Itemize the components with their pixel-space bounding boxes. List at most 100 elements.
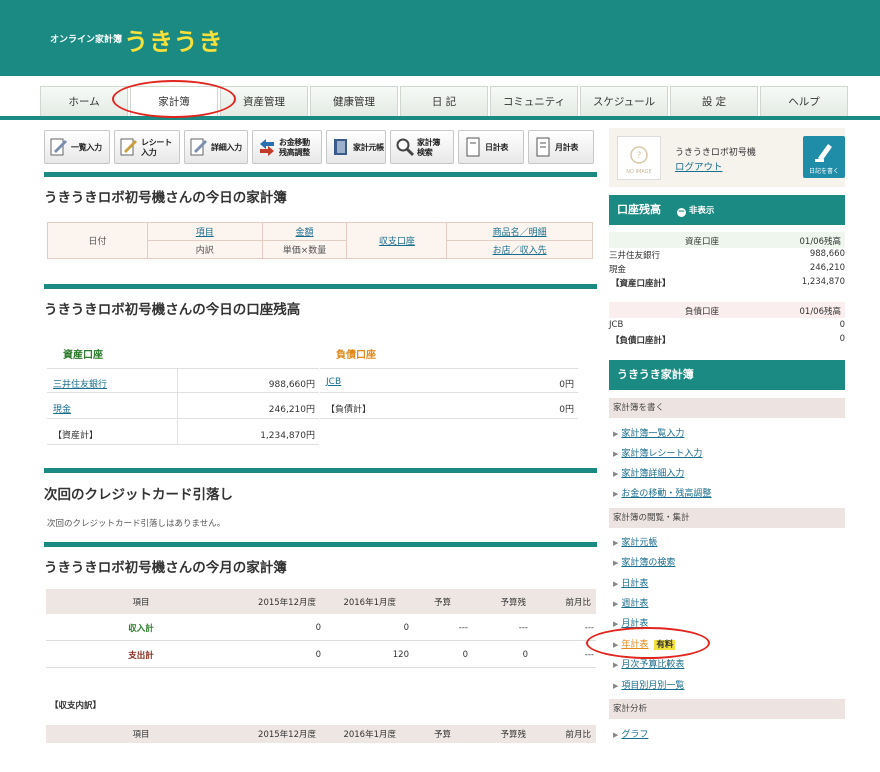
list-item: 【負債計】 0円 [320,394,578,419]
minus-circle-icon: − [676,207,686,217]
search-icon [396,138,414,157]
sidebar-item-detail-input[interactable]: ▶ 家計簿詳細入力 [613,466,684,479]
receipt-input-icon [120,138,137,156]
tab-settings[interactable]: 設 定 [670,86,758,116]
list-input-button[interactable]: 一覧入力 [44,130,110,164]
arrow-right-icon: ▶ [613,580,619,588]
col-shop-link[interactable]: お店／収入先 [446,240,593,259]
arrow-right-icon: ▶ [613,430,619,438]
receipt-input-button[interactable]: レシート入力 [114,130,180,164]
sidebar-item-search[interactable]: ▶ 家計簿の検索 [613,555,675,568]
col-detail: 内訳 [146,240,263,259]
sidebar-item-list-input[interactable]: ▶ 家計簿一覧入力 [613,426,684,439]
pen-icon [815,144,832,162]
money-transfer-button[interactable]: お金移動 残高調整 [252,130,322,164]
debt-link[interactable]: JCB [326,377,341,387]
table-header: 項目 2015年12月度 2016年1月度 予算 予算残 前月比 [46,725,596,743]
col-item-link[interactable]: 項目 [146,222,263,241]
sidebar-item-category-monthly[interactable]: ▶ 項目別月別一覧 [613,678,684,691]
sidebar-item-receipt-input[interactable]: ▶ 家計簿レシート入力 [613,446,702,459]
arrow-right-icon: ▶ [613,470,619,478]
logo-brand[interactable]: うきうき [124,22,224,57]
col-account-link[interactable]: 収支口座 [346,222,448,259]
sidebar-item-budget-compare[interactable]: ▶ 月次予算比較表 [613,657,684,670]
arrow-right-icon: ▶ [613,539,619,547]
section-divider [44,468,597,473]
arrow-right-icon: ▶ [613,600,619,608]
col-amount-link[interactable]: 金額 [261,222,348,241]
tab-diary[interactable]: 日 記 [400,86,488,116]
svg-text:NO IMAGE: NO IMAGE [626,169,651,175]
sidebar-item-daily[interactable]: ▶ 日計表 [613,576,648,589]
money-transfer-icon [260,139,274,156]
sidebar-item-yearly[interactable]: ▶ 年計表 有料 [613,637,676,650]
section-divider [44,284,597,289]
credit-message: 次回のクレジットカード引落しはありません。 [47,519,226,529]
col-product-link[interactable]: 商品名／明細 [446,222,593,241]
menu-group-analysis: 家計分析 [609,699,845,719]
monthly-report-button[interactable]: 月計表 [528,130,594,164]
arrow-right-icon: ▶ [613,559,619,567]
detail-input-icon [190,138,207,156]
monthly-report-icon [536,137,550,157]
tab-assets[interactable]: 資産管理 [220,86,308,116]
logout-link[interactable]: ログアウト [675,159,723,173]
sidebar-item-ledger[interactable]: ▶ 家計元帳 [613,535,657,548]
main-nav-tabs: ホーム 家計簿 資産管理 健康管理 日 記 コミュニティ スケジュール 設 定 … [40,86,848,117]
tab-schedule[interactable]: スケジュール [580,86,668,116]
hide-toggle[interactable]: − 非表示 [676,206,714,217]
menu-group-view: 家計簿の閲覧・集計 [609,508,845,528]
tab-home[interactable]: ホーム [40,86,128,116]
ledger-icon [334,139,347,155]
svg-text:?: ? [637,151,642,161]
ledger-button[interactable]: 家計元帳 [326,130,386,164]
table-header: 資産口座 01/06残高 [609,232,845,248]
asset-link[interactable]: 現金 [53,402,71,415]
daily-report-button[interactable]: 日計表 [458,130,524,164]
asset-link[interactable]: 三井住友銀行 [53,377,107,390]
side-menu-header: うきうき家計簿 [609,360,845,390]
debt-balance-list: 負債口座 JCB 0円 【負債計】 0円 [320,340,578,424]
sidebar-item-monthly[interactable]: ▶ 月計表 [613,616,648,629]
sidebar-item-money-transfer[interactable]: ▶ お金の移動・残高調整 [613,486,711,499]
asset-head: 資産口座 [63,350,103,361]
arrow-right-icon: ▶ [613,641,619,649]
today-book-table: 日付 項目 金額 収支口座 商品名／明細 内訳 単価×数量 お店／収入先 [47,222,593,259]
table-header: 項目 2015年12月度 2016年1月度 予算 予算残 前月比 [46,589,596,614]
user-name: うきうきロボ初号機 [675,148,756,158]
write-diary-button[interactable]: 日記を書く [803,136,845,178]
col-date: 日付 [47,222,148,259]
arrow-right-icon: ▶ [613,620,619,628]
table-row: 支出計 0 120 0 0 --- [46,642,596,668]
side-debt-balance: 負債口座 01/06残高 JCB 0 【負債口座計】 0 [609,302,845,348]
avatar: ? NO IMAGE [617,136,661,180]
list-item: 【負債口座計】 0 [611,334,845,346]
tab-kakeibo[interactable]: 家計簿 [130,86,218,117]
table-header: 負債口座 01/06残高 [609,302,845,318]
list-input-icon [50,138,67,156]
sidebar-item-graph[interactable]: ▶ グラフ [613,727,648,740]
book-search-button[interactable]: 家計簿 検索 [390,130,454,164]
no-image-icon: ? NO IMAGE [626,146,652,175]
arrow-right-icon: ▶ [613,490,619,498]
list-item: 現金 246,210円 [47,394,319,419]
list-item: 三井住友銀行 988,660円 [47,368,319,394]
section-divider [44,542,597,547]
list-item: JCB 0円 [320,368,578,393]
credit-title: 次回のクレジットカード引落し [44,487,233,503]
user-profile-box: ? NO IMAGE うきうきロボ初号機 ログアウト 日記を書く [609,128,845,187]
sidebar-item-weekly[interactable]: ▶ 週計表 [613,596,648,609]
tab-community[interactable]: コミュニティ [490,86,578,116]
detail-input-button[interactable]: 詳細入力 [184,130,248,164]
section-divider [44,172,597,177]
tab-health[interactable]: 健康管理 [310,86,398,116]
tab-help[interactable]: ヘルプ [760,86,848,116]
tab-underline [0,116,880,120]
balance-title: うきうきロボ初号機さんの今日の口座残高 [44,302,301,318]
list-item: 【資産口座計】 1,234,870 [611,277,845,289]
today-book-title: うきうきロボ初号機さんの今日の家計簿 [44,190,287,206]
list-item: 【資産計】 1,234,870円 [47,420,319,445]
menu-group-write: 家計簿を書く [609,398,845,418]
list-item: JCB 0 [609,320,845,330]
arrow-right-icon: ▶ [613,731,619,739]
